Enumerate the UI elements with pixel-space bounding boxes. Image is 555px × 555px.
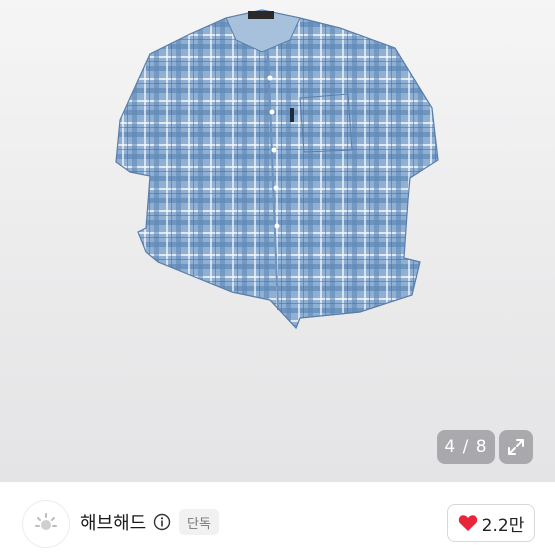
expand-button[interactable] [499,430,533,464]
image-counter: 4 / 8 [437,430,495,464]
like-button[interactable]: 2.2만 [447,504,535,542]
product-image-gallery[interactable]: 4 / 8 [0,0,555,482]
expand-icon [508,439,524,455]
exclusive-badge: 단독 [179,509,219,535]
seller-avatar[interactable] [22,500,70,548]
product-photo-plaid-shirt [115,9,439,330]
seller-logo-icon [35,513,57,530]
seller-name[interactable]: 해브해드 [80,509,146,535]
like-count: 2.2만 [481,515,525,536]
heart-icon [458,515,477,531]
info-icon[interactable] [153,513,171,531]
